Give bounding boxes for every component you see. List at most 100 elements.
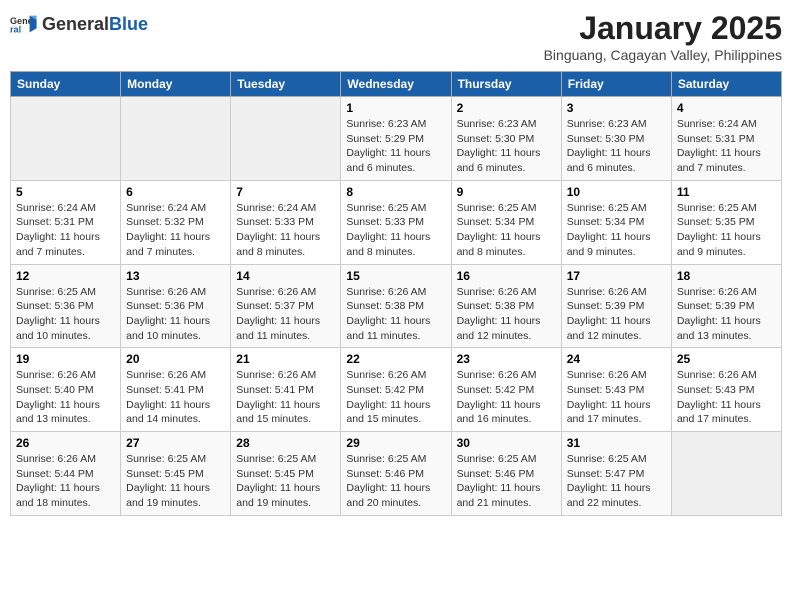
day-number: 9 [457, 185, 556, 199]
day-info: Sunrise: 6:26 AMSunset: 5:38 PMDaylight:… [346, 285, 445, 344]
calendar-header-row: Sunday Monday Tuesday Wednesday Thursday… [11, 72, 782, 97]
day-info: Sunrise: 6:24 AMSunset: 5:32 PMDaylight:… [126, 201, 225, 260]
day-number: 5 [16, 185, 115, 199]
table-row: 23 Sunrise: 6:26 AMSunset: 5:42 PMDayligh… [451, 348, 561, 432]
header-sunday: Sunday [11, 72, 121, 97]
day-number: 15 [346, 269, 445, 283]
day-number: 14 [236, 269, 335, 283]
day-number: 26 [16, 436, 115, 450]
table-row: 6 Sunrise: 6:24 AMSunset: 5:32 PMDaylight… [121, 180, 231, 264]
day-number: 18 [677, 269, 776, 283]
day-number: 24 [567, 352, 666, 366]
day-number: 20 [126, 352, 225, 366]
header-monday: Monday [121, 72, 231, 97]
table-row: 30Sunrise: 6:25 AMSunset: 5:46 PMDayligh… [451, 432, 561, 516]
table-row: 19Sunrise: 6:26 AMSunset: 5:40 PMDayligh… [11, 348, 121, 432]
day-number: 25 [677, 352, 776, 366]
day-number: 2 [457, 101, 556, 115]
header-friday: Friday [561, 72, 671, 97]
table-row: 27 Sunrise: 6:25 AMSunset: 5:45 PMDayligh… [121, 432, 231, 516]
table-row: 24Sunrise: 6:26 AMSunset: 5:43 PMDayligh… [561, 348, 671, 432]
day-info: Sunrise: 6:24 AMSunset: 5:33 PMDaylight:… [236, 201, 335, 260]
day-info: Sunrise: 6:26 AMSunset: 5:42 PMDaylight:… [457, 368, 556, 427]
day-info: Sunrise: 6:24 AMSunset: 5:31 PMDaylight:… [16, 201, 115, 260]
table-row: 21 Sunrise: 6:26 AMSunset: 5:41 PMDayligh… [231, 348, 341, 432]
table-row [11, 97, 121, 181]
day-info: Sunrise: 6:26 AMSunset: 5:44 PMDaylight:… [16, 452, 115, 511]
day-info: Sunrise: 6:25 AMSunset: 5:36 PMDaylight:… [16, 285, 115, 344]
day-number: 17 [567, 269, 666, 283]
day-number: 6 [126, 185, 225, 199]
table-row: 28Sunrise: 6:25 AMSunset: 5:45 PMDayligh… [231, 432, 341, 516]
calendar-week-row: 12 Sunrise: 6:25 AMSunset: 5:36 PMDayligh… [11, 264, 782, 348]
table-row [231, 97, 341, 181]
day-number: 11 [677, 185, 776, 199]
calendar-week-row: 19Sunrise: 6:26 AMSunset: 5:40 PMDayligh… [11, 348, 782, 432]
month-year: January 2025 [544, 10, 782, 47]
table-row: 10 Sunrise: 6:25 AMSunset: 5:34 PMDayligh… [561, 180, 671, 264]
day-number: 30 [457, 436, 556, 450]
table-row: 20 Sunrise: 6:26 AMSunset: 5:41 PMDayligh… [121, 348, 231, 432]
header-thursday: Thursday [451, 72, 561, 97]
day-number: 23 [457, 352, 556, 366]
location: Binguang, Cagayan Valley, Philippines [544, 47, 782, 63]
day-info: Sunrise: 6:25 AMSunset: 5:45 PMDaylight:… [126, 452, 225, 511]
table-row [671, 432, 781, 516]
table-row: 13 Sunrise: 6:26 AMSunset: 5:36 PMDayligh… [121, 264, 231, 348]
day-info: Sunrise: 6:25 AMSunset: 5:46 PMDaylight:… [346, 452, 445, 511]
day-info: Sunrise: 6:25 AMSunset: 5:34 PMDaylight:… [457, 201, 556, 260]
day-number: 4 [677, 101, 776, 115]
day-info: Sunrise: 6:26 AMSunset: 5:43 PMDaylight:… [677, 368, 776, 427]
table-row: 2Sunrise: 6:23 AMSunset: 5:30 PMDaylight… [451, 97, 561, 181]
day-number: 3 [567, 101, 666, 115]
table-row: 17Sunrise: 6:26 AMSunset: 5:39 PMDayligh… [561, 264, 671, 348]
table-row: 29 Sunrise: 6:25 AMSunset: 5:46 PMDayligh… [341, 432, 451, 516]
day-info: Sunrise: 6:23 AMSunset: 5:29 PMDaylight:… [346, 117, 445, 176]
logo-icon: Gene ral [10, 10, 38, 38]
day-info: Sunrise: 6:26 AMSunset: 5:39 PMDaylight:… [677, 285, 776, 344]
table-row: 14 Sunrise: 6:26 AMSunset: 5:37 PMDayligh… [231, 264, 341, 348]
table-row [121, 97, 231, 181]
day-info: Sunrise: 6:25 AMSunset: 5:34 PMDaylight:… [567, 201, 666, 260]
day-number: 27 [126, 436, 225, 450]
day-info: Sunrise: 6:26 AMSunset: 5:37 PMDaylight:… [236, 285, 335, 344]
day-info: Sunrise: 6:26 AMSunset: 5:38 PMDaylight:… [457, 285, 556, 344]
page-header: Gene ral GeneralBlue January 2025 Bingua… [10, 10, 782, 63]
day-number: 10 [567, 185, 666, 199]
calendar-week-row: 5 Sunrise: 6:24 AMSunset: 5:31 PMDaylight… [11, 180, 782, 264]
table-row: 8 Sunrise: 6:25 AMSunset: 5:33 PMDaylight… [341, 180, 451, 264]
table-row: 18 Sunrise: 6:26 AMSunset: 5:39 PMDayligh… [671, 264, 781, 348]
calendar-week-row: 1Sunrise: 6:23 AMSunset: 5:29 PMDaylight… [11, 97, 782, 181]
day-number: 13 [126, 269, 225, 283]
day-info: Sunrise: 6:25 AMSunset: 5:33 PMDaylight:… [346, 201, 445, 260]
table-row: 11Sunrise: 6:25 AMSunset: 5:35 PMDayligh… [671, 180, 781, 264]
table-row: 16Sunrise: 6:26 AMSunset: 5:38 PMDayligh… [451, 264, 561, 348]
logo-blue: Blue [109, 14, 148, 34]
day-info: Sunrise: 6:26 AMSunset: 5:41 PMDaylight:… [126, 368, 225, 427]
day-info: Sunrise: 6:26 AMSunset: 5:40 PMDaylight:… [16, 368, 115, 427]
calendar-table: Sunday Monday Tuesday Wednesday Thursday… [10, 71, 782, 516]
logo: Gene ral GeneralBlue [10, 10, 148, 38]
day-number: 29 [346, 436, 445, 450]
logo-general: General [42, 14, 109, 34]
day-number: 8 [346, 185, 445, 199]
table-row: 5 Sunrise: 6:24 AMSunset: 5:31 PMDaylight… [11, 180, 121, 264]
day-number: 28 [236, 436, 335, 450]
day-info: Sunrise: 6:23 AMSunset: 5:30 PMDaylight:… [567, 117, 666, 176]
day-number: 12 [16, 269, 115, 283]
day-number: 22 [346, 352, 445, 366]
table-row: 1Sunrise: 6:23 AMSunset: 5:29 PMDaylight… [341, 97, 451, 181]
day-number: 7 [236, 185, 335, 199]
table-row: 26 Sunrise: 6:26 AMSunset: 5:44 PMDayligh… [11, 432, 121, 516]
table-row: 9 Sunrise: 6:25 AMSunset: 5:34 PMDaylight… [451, 180, 561, 264]
day-info: Sunrise: 6:26 AMSunset: 5:36 PMDaylight:… [126, 285, 225, 344]
day-info: Sunrise: 6:26 AMSunset: 5:41 PMDaylight:… [236, 368, 335, 427]
calendar-week-row: 26 Sunrise: 6:26 AMSunset: 5:44 PMDayligh… [11, 432, 782, 516]
table-row: 15 Sunrise: 6:26 AMSunset: 5:38 PMDayligh… [341, 264, 451, 348]
title-block: January 2025 Binguang, Cagayan Valley, P… [544, 10, 782, 63]
table-row: 4Sunrise: 6:24 AMSunset: 5:31 PMDaylight… [671, 97, 781, 181]
table-row: 3 Sunrise: 6:23 AMSunset: 5:30 PMDaylight… [561, 97, 671, 181]
table-row: 12 Sunrise: 6:25 AMSunset: 5:36 PMDayligh… [11, 264, 121, 348]
day-number: 21 [236, 352, 335, 366]
day-info: Sunrise: 6:26 AMSunset: 5:42 PMDaylight:… [346, 368, 445, 427]
